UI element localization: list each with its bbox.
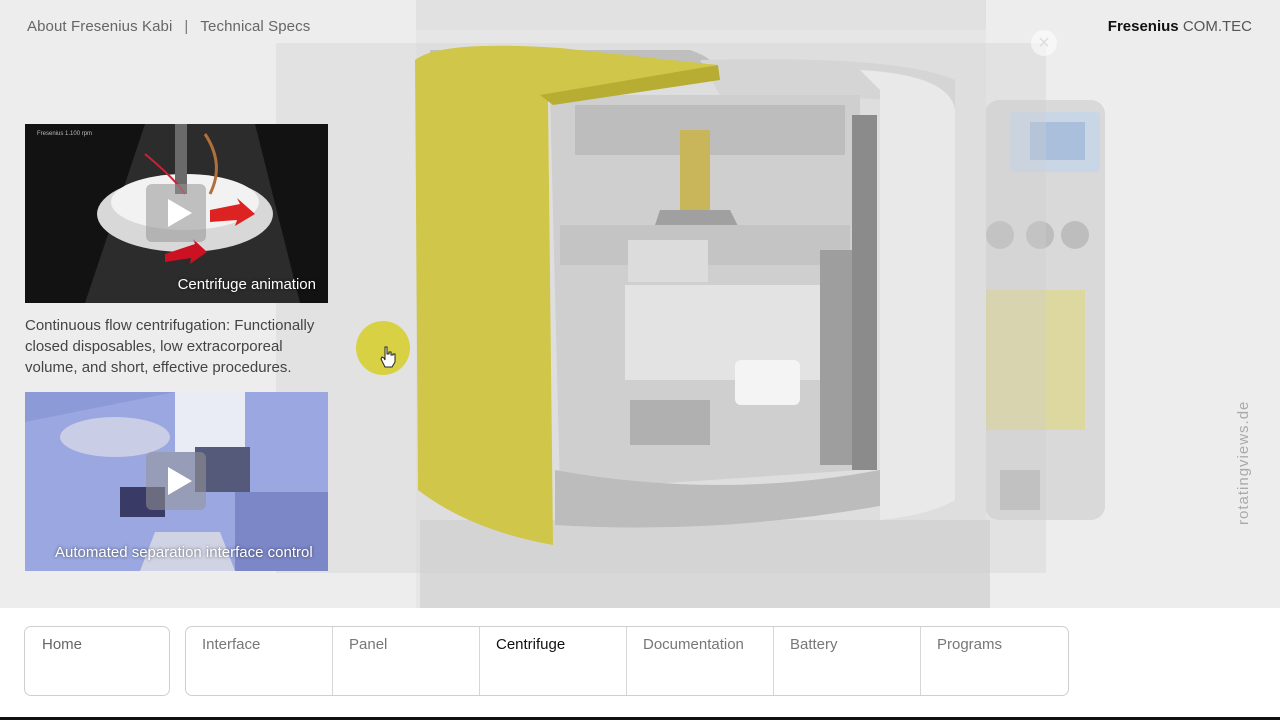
video-caption: Centrifuge animation bbox=[177, 276, 316, 293]
close-icon[interactable]: × bbox=[1031, 30, 1057, 56]
header-separator: | bbox=[184, 18, 189, 35]
nav-tab-group: Interface Panel Centrifuge Documentation… bbox=[185, 626, 1069, 696]
watermark: rotatingviews.de bbox=[1235, 400, 1252, 525]
about-link[interactable]: About Fresenius Kabi bbox=[27, 18, 172, 35]
brand-logo: Fresenius COM.TEC bbox=[1108, 18, 1252, 35]
tab-centrifuge[interactable]: Centrifuge bbox=[480, 627, 627, 695]
play-icon[interactable] bbox=[146, 184, 206, 242]
brand-rest: COM.TEC bbox=[1178, 18, 1252, 35]
play-icon[interactable] bbox=[146, 452, 206, 510]
tab-battery[interactable]: Battery bbox=[774, 627, 921, 695]
tab-panel[interactable]: Panel bbox=[333, 627, 480, 695]
tab-programs[interactable]: Programs bbox=[921, 627, 1068, 695]
tab-documentation[interactable]: Documentation bbox=[627, 627, 774, 695]
technical-specs-link[interactable]: Technical Specs bbox=[200, 18, 310, 35]
video-separation-interface[interactable]: Automated separation interface control bbox=[25, 392, 328, 571]
tab-interface[interactable]: Interface bbox=[186, 627, 333, 695]
header-links: About Fresenius Kabi | Technical Specs bbox=[27, 18, 310, 35]
product-viewer[interactable]: About Fresenius Kabi | Technical Specs Fre… bbox=[0, 0, 1280, 608]
nav-home[interactable]: Home bbox=[24, 626, 170, 696]
video-caption: Automated separation interface control bbox=[55, 544, 313, 561]
hand-cursor-icon bbox=[380, 346, 396, 368]
video-centrifuge-animation[interactable]: Fresenius 1.100 rpm Centrifuge animation bbox=[25, 124, 328, 303]
brand-bold: Fresenius bbox=[1107, 18, 1179, 35]
description-text: Continuous flow centrifugation: Function… bbox=[25, 317, 315, 376]
video-overlay-text: Fresenius 1.100 rpm bbox=[37, 131, 92, 137]
